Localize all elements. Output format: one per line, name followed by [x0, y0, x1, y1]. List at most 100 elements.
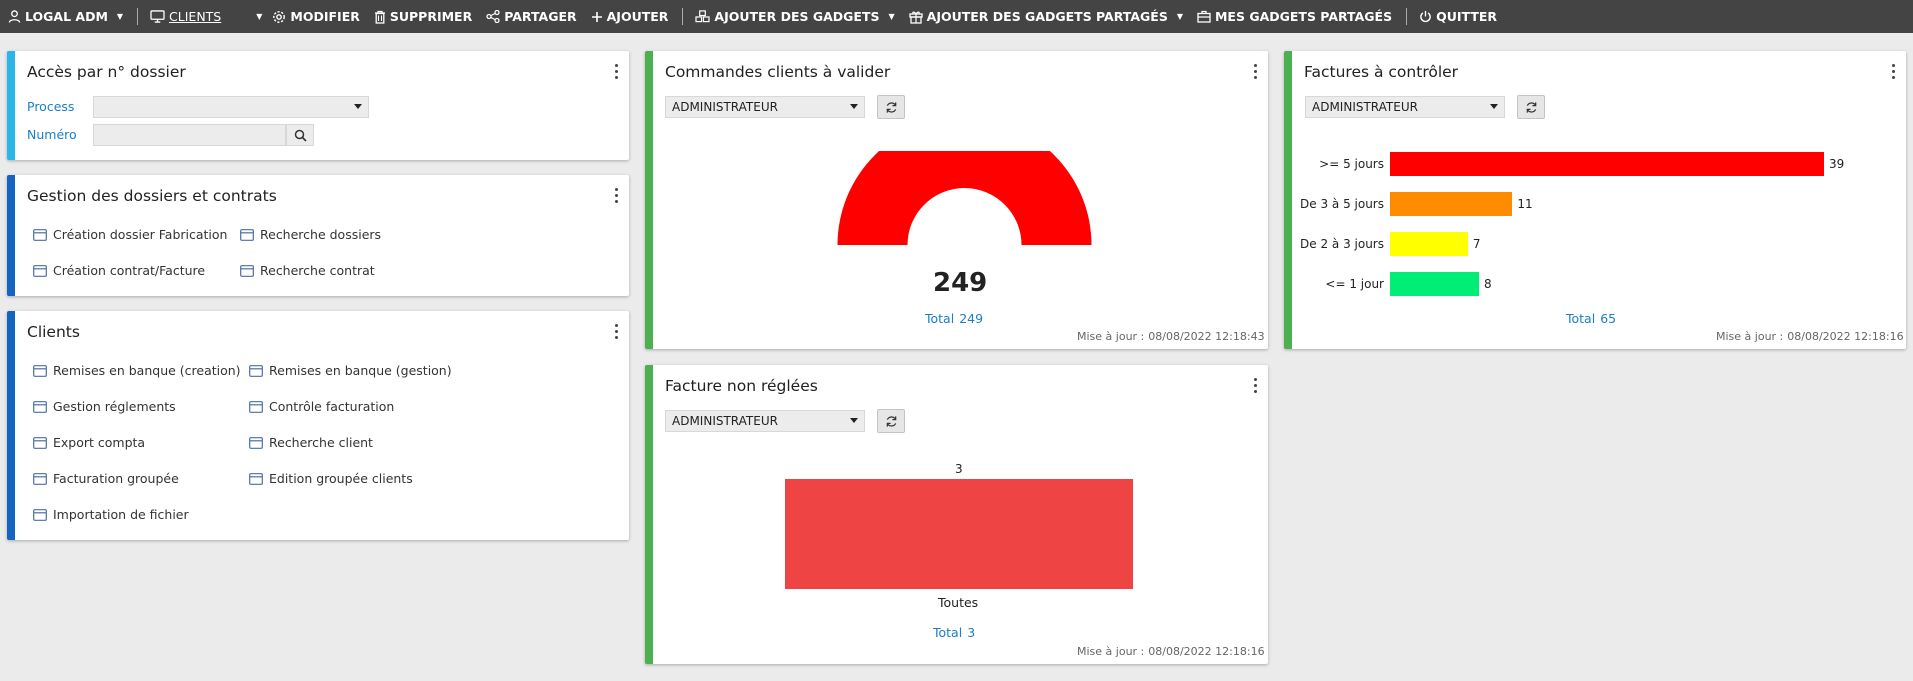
bar-category-label: <= 1 jour [1325, 277, 1384, 291]
gestion-link-2[interactable]: Création contrat/Facture [33, 263, 205, 278]
clients-link-1[interactable]: Remises en banque (gestion) [249, 363, 452, 378]
window-icon [249, 436, 263, 449]
numero-input[interactable] [93, 124, 286, 146]
bar-value-label: 11 [1517, 197, 1533, 211]
refresh-button[interactable] [877, 409, 905, 433]
gestion-dossiers-card: Gestion des dossiers et contrats Créatio… [7, 175, 629, 296]
refresh-button[interactable] [877, 95, 905, 119]
chevron-down-icon [354, 104, 362, 109]
refresh-button[interactable] [1517, 95, 1545, 119]
factures-controler-card: Factures à contrôler ADMINISTRATEUR >= 5… [1284, 51, 1906, 349]
gestion-link-0[interactable]: Création dossier Fabrication [33, 227, 227, 242]
mes-gadgets-partages-button[interactable]: MES GADGETS PARTAGÉS [1197, 9, 1392, 24]
cubes-icon [695, 10, 711, 23]
update-label: Mise à jour : [1077, 330, 1145, 343]
more-menu-icon[interactable] [1254, 64, 1258, 80]
bar-category-label: De 2 à 3 jours [1300, 237, 1384, 251]
bar-value-label: 39 [1829, 157, 1845, 171]
gestion-link-1[interactable]: Recherche dossiers [240, 227, 381, 242]
total-label: Total [925, 311, 955, 326]
more-menu-icon[interactable] [615, 64, 619, 80]
clients-tab-label: CLIENTS [169, 9, 222, 24]
factures-user-select[interactable]: ADMINISTRATEUR [1305, 96, 1505, 118]
more-menu-icon[interactable] [615, 324, 619, 340]
chevron-down-icon: ▼ [256, 12, 263, 21]
link-label: Remises en banque (gestion) [269, 363, 452, 378]
monitor-icon [150, 10, 165, 23]
bar-category-label: >= 5 jours [1319, 157, 1384, 171]
bar-1[interactable] [1390, 192, 1513, 216]
facture-user-select[interactable]: ADMINISTRATEUR [665, 410, 865, 432]
clients-link-8[interactable]: Importation de fichier [33, 507, 189, 522]
partager-label: PARTAGER [504, 9, 577, 24]
factures-controler-title: Factures à contrôler [1304, 63, 1459, 81]
ajouter-gadgets-button[interactable]: AJOUTER DES GADGETS ▼ [695, 9, 895, 24]
more-menu-icon[interactable] [1254, 378, 1258, 394]
link-label: Recherche client [269, 435, 373, 450]
trash-icon [374, 10, 385, 24]
user-menu[interactable]: LOGAL ADM ▼ [8, 9, 123, 24]
ajouter-button[interactable]: AJOUTER [591, 9, 668, 24]
update-label: Mise à jour : [1716, 330, 1784, 343]
total-label: Total [933, 625, 963, 640]
window-icon [240, 264, 254, 277]
ajouter-gadgets-partages-button[interactable]: AJOUTER DES GADGETS PARTAGÉS ▼ [908, 9, 1183, 24]
bar-0[interactable] [785, 479, 1133, 589]
gestion-dossiers-title: Gestion des dossiers et contrats [27, 187, 277, 205]
clients-link-2[interactable]: Gestion réglements [33, 399, 176, 414]
acces-dossier-title: Accès par n° dossier [27, 63, 186, 81]
clients-link-3[interactable]: Contrôle facturation [249, 399, 394, 414]
facture-total: Total 3 [933, 625, 975, 640]
chevron-down-icon: ▼ [888, 12, 895, 21]
more-menu-icon[interactable] [1892, 64, 1896, 80]
link-label: Recherche dossiers [260, 227, 382, 242]
commandes-card: Commandes clients à valider ADMINISTRATE… [645, 51, 1268, 349]
clients-link-5[interactable]: Recherche client [249, 435, 373, 450]
search-button[interactable] [286, 124, 314, 146]
link-label: Création dossier Fabrication [53, 227, 228, 242]
bar-3[interactable] [1390, 272, 1480, 296]
link-label: Facturation groupée [53, 471, 179, 486]
bar-0[interactable] [1390, 152, 1824, 176]
clients-dropdown[interactable]: ▼ [235, 12, 262, 21]
commandes-title: Commandes clients à valider [665, 63, 891, 81]
link-label: Edition groupée clients [269, 471, 413, 486]
more-menu-icon[interactable] [615, 188, 619, 204]
factures-update: Mise à jour :08/08/2022 12:18:16 [1716, 330, 1904, 343]
link-label: Importation de fichier [53, 507, 189, 522]
bar-value-label: 8 [1484, 277, 1492, 291]
link-label: Création contrat/Facture [53, 263, 206, 278]
clients-tab[interactable]: CLIENTS [150, 9, 221, 24]
toolbar-divider [1406, 8, 1408, 25]
commandes-user-select[interactable]: ADMINISTRATEUR [665, 96, 865, 118]
bar-2[interactable] [1390, 232, 1468, 256]
clients-link-6[interactable]: Facturation groupée [33, 471, 179, 486]
window-icon [33, 400, 47, 413]
plus-icon [591, 11, 602, 22]
bar-category-label: De 3 à 5 jours [1300, 197, 1384, 211]
clients-link-0[interactable]: Remises en banque (creation) [33, 363, 241, 378]
clients-link-4[interactable]: Export compta [33, 435, 145, 450]
commandes-update: Mise à jour :08/08/2022 12:18:43 [1077, 330, 1265, 343]
bar-value-label: 3 [955, 462, 963, 476]
window-icon [249, 400, 263, 413]
chevron-down-icon: ▼ [116, 12, 124, 21]
quitter-button[interactable]: QUITTER [1419, 9, 1497, 24]
briefcase-icon [1197, 10, 1211, 23]
link-label: Export compta [53, 435, 146, 450]
total-value: 249 [959, 311, 984, 326]
clients-card: Clients Remises en banque (creation) Remi… [7, 311, 629, 540]
supprimer-button[interactable]: SUPPRIMER [374, 9, 472, 24]
bar-value-label: 7 [1472, 237, 1481, 251]
power-icon [1420, 10, 1431, 23]
modifier-button[interactable]: MODIFIER [272, 9, 360, 24]
bar-category-label: Toutes [938, 595, 979, 610]
total-value: 3 [967, 625, 976, 640]
gestion-link-3[interactable]: Recherche contrat [240, 263, 375, 278]
window-icon [33, 264, 47, 277]
process-select[interactable] [93, 96, 369, 118]
partager-button[interactable]: PARTAGER [486, 9, 577, 24]
update-value: 08/08/2022 12:18:16 [1148, 645, 1265, 658]
window-icon [33, 436, 47, 449]
clients-link-7[interactable]: Edition groupée clients [249, 471, 413, 486]
